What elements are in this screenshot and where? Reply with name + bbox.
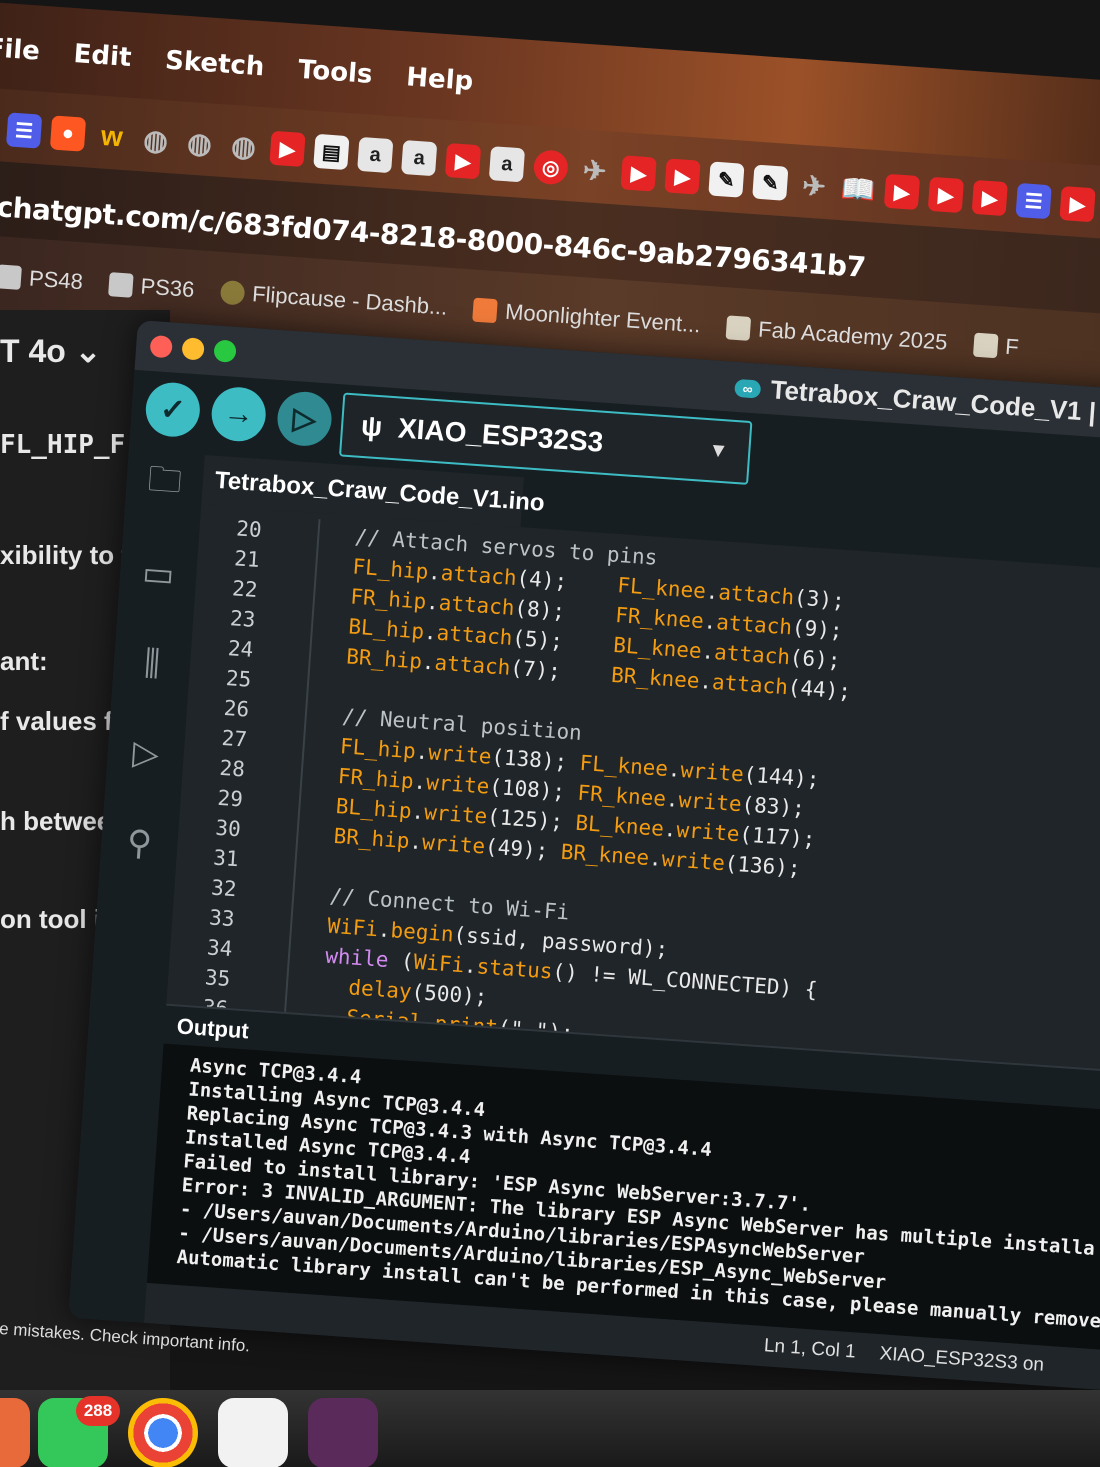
reddit-icon[interactable]: ● [49, 115, 87, 152]
library-icon[interactable]: ⫼ [129, 640, 176, 687]
dock-app-icon[interactable] [0, 1398, 30, 1467]
chrome-app-icon[interactable] [128, 1398, 198, 1467]
menu-file[interactable]: File [0, 33, 41, 67]
checkmark-icon: ✓ [159, 392, 187, 427]
zoom-window-button[interactable] [213, 339, 237, 363]
menu-help[interactable]: Help [405, 62, 474, 97]
arduino-ide-window: ∞ Tetrabox_Craw_Code_V1 | Ar ✓ → ▷ ψ XIA… [68, 320, 1100, 1395]
list-icon[interactable]: ☰ [1015, 182, 1052, 220]
bookmark-label: Flipcause - Dashb... [251, 281, 449, 320]
arduino-logo-icon: ∞ [734, 378, 762, 399]
globe-icon[interactable]: ◍ [138, 122, 174, 158]
book-icon[interactable]: 📖 [840, 171, 877, 207]
status-board[interactable]: XIAO_ESP32S3 on [879, 1343, 1045, 1376]
upload-button[interactable]: → [209, 385, 268, 444]
fab-academy-icon [972, 332, 999, 359]
chat-snippet: xibility to t [0, 540, 130, 570]
debug-icon[interactable]: ▷ [122, 730, 169, 777]
chevron-down-icon: ▼ [707, 438, 730, 462]
globe-icon[interactable]: ◍ [225, 128, 261, 164]
board-manager-icon[interactable]: ▭ [135, 551, 182, 598]
edit-icon[interactable]: ✎ [752, 164, 789, 201]
bookmark-moonlighter[interactable]: Moonlighter Event... [472, 297, 701, 339]
triangle-logo-icon [0, 264, 22, 290]
minimize-window-button[interactable] [181, 337, 205, 361]
doc-icon[interactable]: ▤ [313, 133, 350, 171]
chat-snippet: FL_HIP_F [0, 430, 126, 460]
bookmark-ps48[interactable]: PS48 [0, 263, 84, 295]
triangle-logo-icon [107, 272, 134, 298]
globe-icon[interactable]: ◍ [182, 125, 218, 161]
model-selector[interactable]: T 4o ⌄ [0, 332, 101, 370]
menu-tools[interactable]: Tools [297, 55, 373, 90]
photos-app-icon[interactable] [218, 1398, 288, 1467]
verify-button[interactable]: ✓ [144, 380, 202, 439]
cursor-position[interactable]: Ln 1, Col 1 [763, 1335, 856, 1363]
close-window-button[interactable] [149, 334, 173, 359]
bookmark-ps36[interactable]: PS36 [107, 271, 196, 303]
menu-edit[interactable]: Edit [73, 39, 133, 73]
screen: File Edit Sketch Tools Help ☰ ● w ◍ ◍ ◍ … [0, 0, 1100, 1467]
youtube-icon[interactable]: ▶ [927, 176, 965, 214]
dock-app-icon[interactable] [308, 1398, 378, 1467]
bookmark-label: Fab Academy 2025 [757, 316, 949, 355]
youtube-icon[interactable]: ▶ [444, 143, 482, 180]
board-name: XIAO_ESP32S3 [397, 412, 605, 458]
usb-icon: ψ [360, 409, 384, 443]
bookmark-fab-extra[interactable]: F [972, 332, 1020, 361]
bookmark-label: PS36 [139, 273, 196, 303]
record-icon[interactable]: ◎ [532, 149, 569, 186]
youtube-icon[interactable]: ▶ [664, 158, 701, 195]
code-lines: // Attach servos to pins FL_hip.attach(4… [282, 519, 861, 1066]
arrow-right-icon: → [222, 396, 255, 432]
debug-button[interactable]: ▷ [275, 390, 334, 448]
moonlighter-icon [472, 297, 499, 324]
chat-snippet: ant: [0, 646, 48, 676]
youtube-icon[interactable]: ▶ [971, 179, 1008, 217]
w-icon[interactable]: w [94, 118, 130, 154]
youtube-icon[interactable]: ▶ [883, 173, 921, 211]
model-name: T 4o [0, 333, 66, 369]
code-editor[interactable]: 20 21 22 23 24 25 26 27 28 29 30 31 32 3… [166, 504, 1100, 1076]
menu-sketch[interactable]: Sketch [164, 45, 265, 82]
bookmark-label: F [1004, 333, 1020, 360]
folder-icon[interactable]: 🗀 [141, 460, 188, 508]
chevron-down-icon: ⌄ [74, 333, 102, 369]
messages-badge: 288 [76, 1396, 120, 1426]
a-icon[interactable]: a [357, 136, 394, 174]
bookmark-label: PS48 [28, 265, 84, 295]
a-icon[interactable]: a [401, 139, 438, 177]
youtube-icon[interactable]: ▶ [269, 130, 306, 168]
list-icon[interactable]: ☰ [5, 112, 43, 149]
a-icon[interactable]: a [488, 146, 526, 183]
edit-icon[interactable]: ✎ [708, 161, 745, 198]
bookmark-flipcause[interactable]: Flipcause - Dashb... [219, 279, 448, 321]
macos-dock [0, 1390, 1100, 1467]
flipcause-icon [219, 279, 246, 306]
butterfly-icon[interactable]: ✈ [577, 152, 613, 188]
output-label: Output [175, 1013, 250, 1044]
youtube-icon[interactable]: ▶ [1059, 186, 1096, 223]
debug-icon: ▷ [291, 401, 318, 437]
youtube-icon[interactable]: ▶ [620, 155, 657, 192]
bookmark-label: Moonlighter Event... [504, 298, 702, 338]
butterfly-icon[interactable]: ✈ [796, 168, 832, 204]
bookmark-fab-academy[interactable]: Fab Academy 2025 [725, 314, 948, 355]
fab-academy-icon [725, 315, 752, 341]
search-icon[interactable]: ⚲ [116, 820, 163, 867]
